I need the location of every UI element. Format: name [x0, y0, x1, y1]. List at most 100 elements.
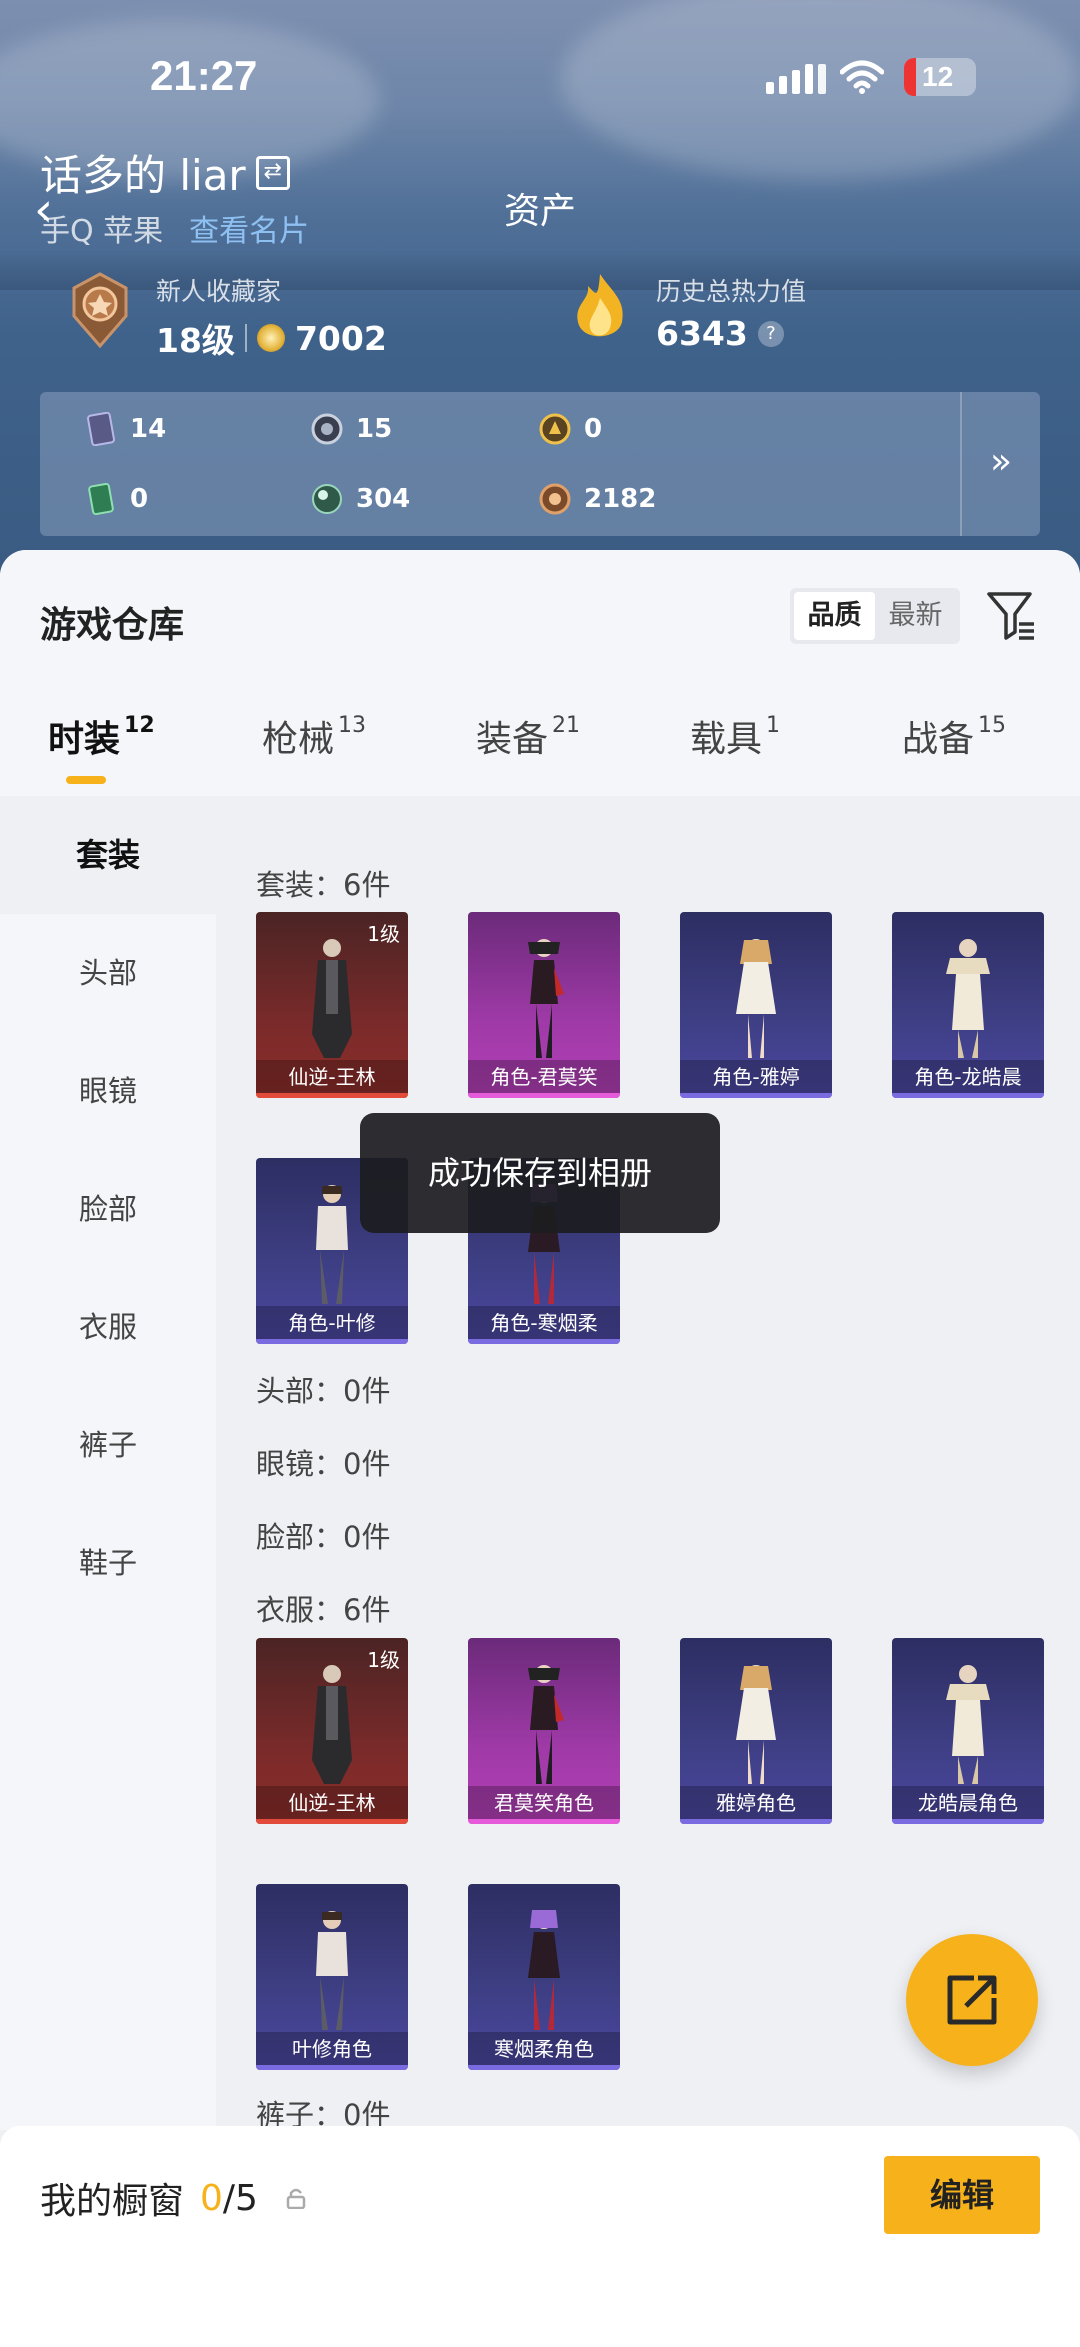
- showcase-total: /5: [222, 2177, 258, 2219]
- character-figure: [528, 1665, 564, 1784]
- battery-level: 12: [922, 61, 954, 92]
- collector-label: 新人收藏家: [156, 277, 282, 306]
- help-icon[interactable]: ?: [757, 320, 784, 347]
- section-glasses-label: 眼镜：0件: [256, 1447, 391, 1481]
- resource-item: 2182: [538, 482, 656, 516]
- green-orb-icon: [312, 484, 342, 514]
- share-button[interactable]: [906, 1934, 1038, 2066]
- tab-label: 时装: [48, 719, 121, 760]
- tab-equipment[interactable]: 装备 21: [476, 710, 580, 762]
- tab-label: 枪械: [262, 719, 335, 760]
- rarity-bar: [680, 1093, 832, 1098]
- item-name: 君莫笑角色: [468, 1786, 620, 1820]
- rarity-bar: [892, 1093, 1044, 1098]
- item-card[interactable]: 1级 仙逆-王林: [256, 912, 408, 1098]
- resource-item: 0: [84, 482, 148, 516]
- bronze-coin-icon: [539, 483, 571, 515]
- item-card[interactable]: 寒烟柔角色: [468, 1884, 620, 2070]
- battery-icon: 12: [904, 58, 976, 96]
- coin-icon: [256, 324, 285, 352]
- category-tabs: 时装 12 枪械 13 装备 21 载具 1 战备 15: [0, 710, 1080, 790]
- item-name: 龙皓晨角色: [892, 1786, 1044, 1820]
- item-name: 角色-叶修: [256, 1306, 408, 1340]
- rarity-bar: [468, 1819, 620, 1824]
- showcase-count: 0: [200, 2177, 223, 2219]
- status-time: 21:27: [150, 52, 258, 99]
- flame-icon: [577, 274, 623, 337]
- green-card-icon: [88, 482, 114, 516]
- tab-guns[interactable]: 枪械 13: [262, 710, 366, 762]
- sidebar-item-pants[interactable]: 裤子: [0, 1386, 216, 1504]
- tab-label: 载具: [690, 719, 763, 760]
- item-card[interactable]: 角色-龙皓晨: [892, 912, 1044, 1098]
- sidebar-item-head[interactable]: 头部: [0, 914, 216, 1032]
- rarity-bar: [256, 1339, 408, 1344]
- toast-message: 成功保存到相册: [360, 1113, 720, 1233]
- item-card[interactable]: 君莫笑角色: [468, 1638, 620, 1824]
- tab-fashion[interactable]: 时装 12: [48, 710, 155, 762]
- rarity-bar: [468, 1093, 620, 1098]
- character-figure: [312, 939, 352, 1058]
- showcase-bar: 我的橱窗 0 /5 编辑: [0, 2126, 1080, 2347]
- character-figure: [736, 1665, 776, 1784]
- rarity-bar: [680, 1819, 832, 1824]
- silver-coin-icon: [311, 413, 343, 445]
- active-tab-indicator: [66, 776, 106, 784]
- item-card[interactable]: 叶修角色: [256, 1884, 408, 2070]
- rarity-bar: [256, 2065, 408, 2070]
- rarity-bar: [256, 1093, 408, 1098]
- status-bar: 21:27 12: [0, 48, 1080, 108]
- coin-value: 7002: [294, 318, 387, 358]
- tab-label: 装备: [476, 719, 549, 760]
- rarity-bar: [256, 1819, 408, 1824]
- gold-coin-icon: [539, 413, 571, 445]
- filter-icon[interactable]: [986, 590, 1036, 642]
- level-value: 18级: [156, 321, 235, 360]
- item-card[interactable]: 龙皓晨角色: [892, 1638, 1044, 1824]
- edit-button[interactable]: 编辑: [884, 2156, 1040, 2234]
- section-clothes-label: 衣服：6件: [256, 1593, 391, 1627]
- share-icon: [947, 1975, 997, 2025]
- sort-quality[interactable]: 品质: [794, 592, 875, 640]
- item-level: 1级: [367, 1648, 400, 1672]
- character-figure: [316, 1911, 348, 2030]
- item-card[interactable]: 角色-雅婷: [680, 912, 832, 1098]
- warehouse-title: 游戏仓库: [40, 605, 185, 646]
- item-card[interactable]: 1级 仙逆-王林: [256, 1638, 408, 1824]
- showcase-info: 我的橱窗 0 /5: [40, 2172, 306, 2224]
- item-card[interactable]: 雅婷角色: [680, 1638, 832, 1824]
- more-resources-icon[interactable]: »: [960, 392, 1040, 536]
- tab-count: 21: [552, 713, 581, 738]
- sidebar-item-face[interactable]: 脸部: [0, 1150, 216, 1268]
- page-title: 资产: [503, 191, 576, 232]
- item-name: 角色-龙皓晨: [892, 1060, 1044, 1094]
- character-figure: [946, 1665, 990, 1784]
- tab-vehicles[interactable]: 载具 1: [690, 710, 780, 762]
- rarity-bar: [468, 2065, 620, 2070]
- resource-value: 0: [584, 414, 603, 444]
- item-name: 仙逆-王林: [256, 1060, 408, 1094]
- resource-value: 14: [130, 414, 167, 444]
- sort-newest[interactable]: 最新: [875, 592, 956, 640]
- item-name: 寒烟柔角色: [468, 2032, 620, 2066]
- character-figure: [528, 1910, 560, 2030]
- collector-values: 18级 7002: [156, 314, 387, 362]
- section-suit-label: 套装：6件: [256, 868, 391, 902]
- warehouse-sheet: 游戏仓库 品质 最新 时装 12 枪械 13 装备 21 载具 1 战备 15 套装 头部…: [0, 550, 1080, 2347]
- item-name: 角色-雅婷: [680, 1060, 832, 1094]
- item-card[interactable]: 角色-君莫笑: [468, 912, 620, 1098]
- tab-supplies[interactable]: 战备 15: [902, 710, 1006, 762]
- rarity-bar: [468, 1339, 620, 1344]
- sidebar-item-shoes[interactable]: 鞋子: [0, 1504, 216, 1622]
- sidebar-item-clothes[interactable]: 衣服: [0, 1268, 216, 1386]
- item-level: 1级: [367, 922, 400, 946]
- resource-item: 14: [84, 412, 166, 446]
- sidebar-item-suit[interactable]: 套装: [0, 796, 216, 914]
- card-icon: [87, 412, 115, 446]
- lock-icon: [286, 2188, 306, 2209]
- sidebar-item-glasses[interactable]: 眼镜: [0, 1032, 216, 1150]
- tab-count: 13: [338, 713, 367, 738]
- heat-value: 6343: [656, 314, 748, 353]
- heat-label: 历史总热力值: [656, 277, 807, 306]
- tab-label: 战备: [902, 719, 975, 760]
